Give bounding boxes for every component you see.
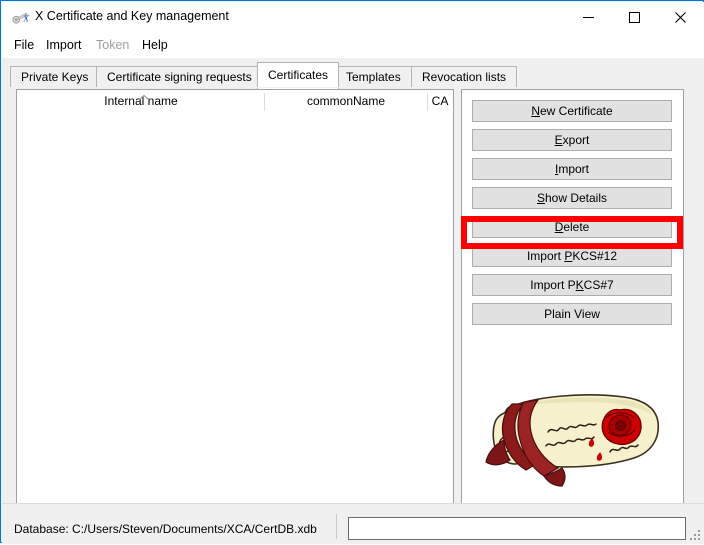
window-title: X Certificate and Key management bbox=[35, 9, 229, 23]
close-icon bbox=[675, 12, 686, 23]
sort-ascending-icon bbox=[138, 90, 150, 97]
column-header-ca[interactable]: CA bbox=[427, 90, 453, 113]
key-icon: X bbox=[11, 9, 31, 26]
svg-text:X: X bbox=[22, 14, 30, 24]
tab-private-keys[interactable]: Private Keys bbox=[10, 66, 99, 88]
import-pkcs7-button[interactable]: Import PKCS#7 bbox=[472, 274, 672, 296]
import-button[interactable]: Import bbox=[472, 158, 672, 180]
client-area: Private Keys Certificate signing request… bbox=[2, 58, 704, 542]
menu-token: Token bbox=[90, 36, 135, 55]
menu-import[interactable]: Import bbox=[40, 36, 87, 55]
tab-templates[interactable]: Templates bbox=[335, 66, 412, 88]
column-divider[interactable] bbox=[264, 93, 265, 111]
show-details-button[interactable]: Show Details bbox=[472, 187, 672, 209]
table-header-row: Internal name commonName CA bbox=[17, 90, 453, 114]
maximize-icon bbox=[629, 12, 640, 23]
status-bar: Database: C:/Users/Steven/Documents/XCA/… bbox=[2, 503, 704, 544]
minimize-icon bbox=[583, 12, 594, 23]
close-button[interactable] bbox=[657, 3, 703, 32]
plain-view-button[interactable]: Plain View bbox=[472, 303, 672, 325]
column-header-common-name[interactable]: commonName bbox=[265, 90, 427, 113]
maximize-button[interactable] bbox=[611, 3, 657, 32]
certificate-table: Internal name commonName CA bbox=[16, 89, 454, 541]
menu-file[interactable]: File bbox=[8, 36, 40, 55]
minimize-button[interactable] bbox=[565, 3, 611, 32]
export-button[interactable]: Export bbox=[472, 129, 672, 151]
tab-bar: Private Keys Certificate signing request… bbox=[10, 62, 696, 88]
status-search-input[interactable] bbox=[348, 517, 686, 540]
tab-certificate-signing-requests[interactable]: Certificate signing requests bbox=[96, 66, 263, 88]
import-pkcs12-button[interactable]: Import PKCS#12 bbox=[472, 245, 672, 267]
menu-bar: File Import Token Help bbox=[2, 32, 704, 58]
delete-button[interactable]: Delete bbox=[472, 216, 672, 238]
database-path-label: Database: C:/Users/Steven/Documents/XCA/… bbox=[14, 522, 317, 536]
table-body[interactable] bbox=[17, 113, 453, 523]
tab-certificates[interactable]: Certificates bbox=[257, 62, 339, 89]
tab-underline bbox=[10, 87, 696, 88]
main-window: X X Certificate and Key management File … bbox=[0, 0, 704, 543]
title-bar: X X Certificate and Key management bbox=[2, 2, 704, 33]
tab-revocation-lists[interactable]: Revocation lists bbox=[411, 66, 517, 88]
column-divider[interactable] bbox=[427, 93, 428, 111]
menu-help[interactable]: Help bbox=[136, 36, 174, 55]
resize-grip-icon[interactable] bbox=[689, 530, 701, 542]
new-certificate-button[interactable]: New Certificate bbox=[472, 100, 672, 122]
action-button-panel: New Certificate Export Import Show Detai… bbox=[461, 89, 684, 541]
xca-scroll-logo bbox=[474, 382, 672, 492]
status-separator bbox=[336, 514, 337, 539]
